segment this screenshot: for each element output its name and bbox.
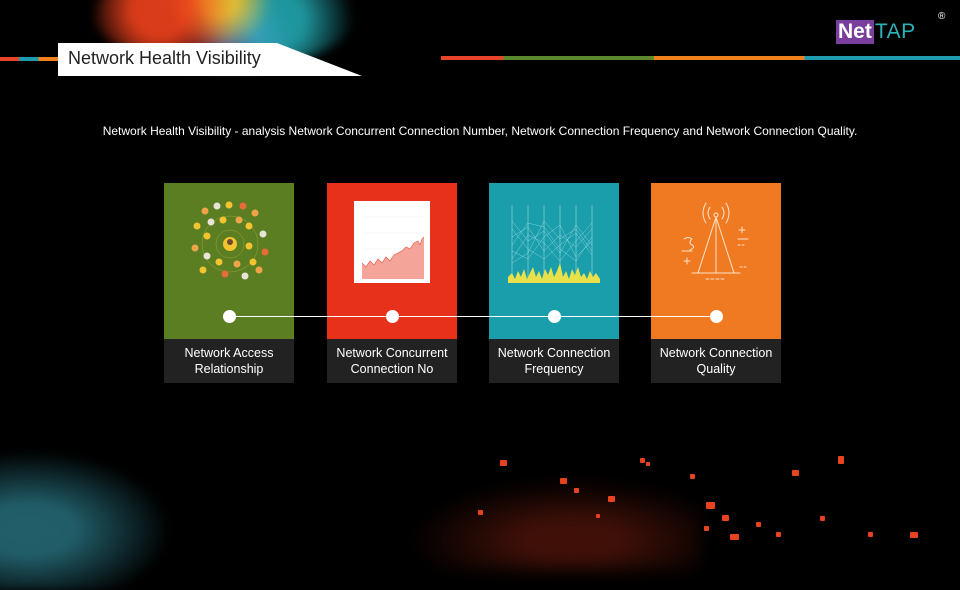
logo-tap: TAP [874, 20, 916, 43]
card-network-connection-frequency: Network Connection Frequency [489, 183, 619, 383]
card-network-access-relationship: Network Access Relationship [164, 183, 294, 383]
card-label-line1: Network Concurrent [336, 346, 448, 360]
card-network-connection-quality: Network Connection Quality [651, 183, 781, 383]
parallel-lines-icon [508, 205, 600, 283]
card-label: Network Connection Quality [651, 339, 781, 383]
people-network-icon [191, 201, 269, 280]
card-network-concurrent-connection: Network Concurrent Connection No [327, 183, 457, 383]
card-label-line2: Quality [696, 362, 736, 376]
card-label: Network Concurrent Connection No [327, 339, 457, 383]
header-accent-line-left [0, 57, 58, 61]
timeline-dot-3 [547, 310, 561, 323]
card-label-line1: Network Connection [497, 346, 611, 360]
card-label-line2: Connection No [350, 362, 434, 376]
card-label-line2: Relationship [194, 362, 264, 376]
signal-tower-icon [681, 202, 749, 280]
area-chart-icon [354, 201, 430, 283]
timeline-dot-1 [222, 310, 236, 323]
card-label-line1: Network Connection [659, 346, 773, 360]
logo-net: Net [836, 20, 874, 44]
timeline-dot-2 [385, 310, 399, 323]
card-label: Network Connection Frequency [489, 339, 619, 383]
card-label-line1: Network Access [184, 346, 274, 360]
ember-glow-bottom-right [380, 470, 700, 570]
timeline-dot-4 [709, 310, 723, 323]
timeline-connector-line [229, 315, 716, 317]
registered-mark: ® [938, 11, 946, 22]
header-accent-line-right [441, 56, 960, 60]
card-label: Network Access Relationship [164, 339, 294, 383]
nettap-logo: Net TAP [836, 20, 916, 44]
slide-title: Network Health Visibility [68, 48, 261, 68]
slide-description: Network Health Visibility - analysis Net… [102, 124, 858, 138]
color-splash-bottom-left [0, 440, 190, 590]
card-label-line2: Frequency [524, 362, 584, 376]
